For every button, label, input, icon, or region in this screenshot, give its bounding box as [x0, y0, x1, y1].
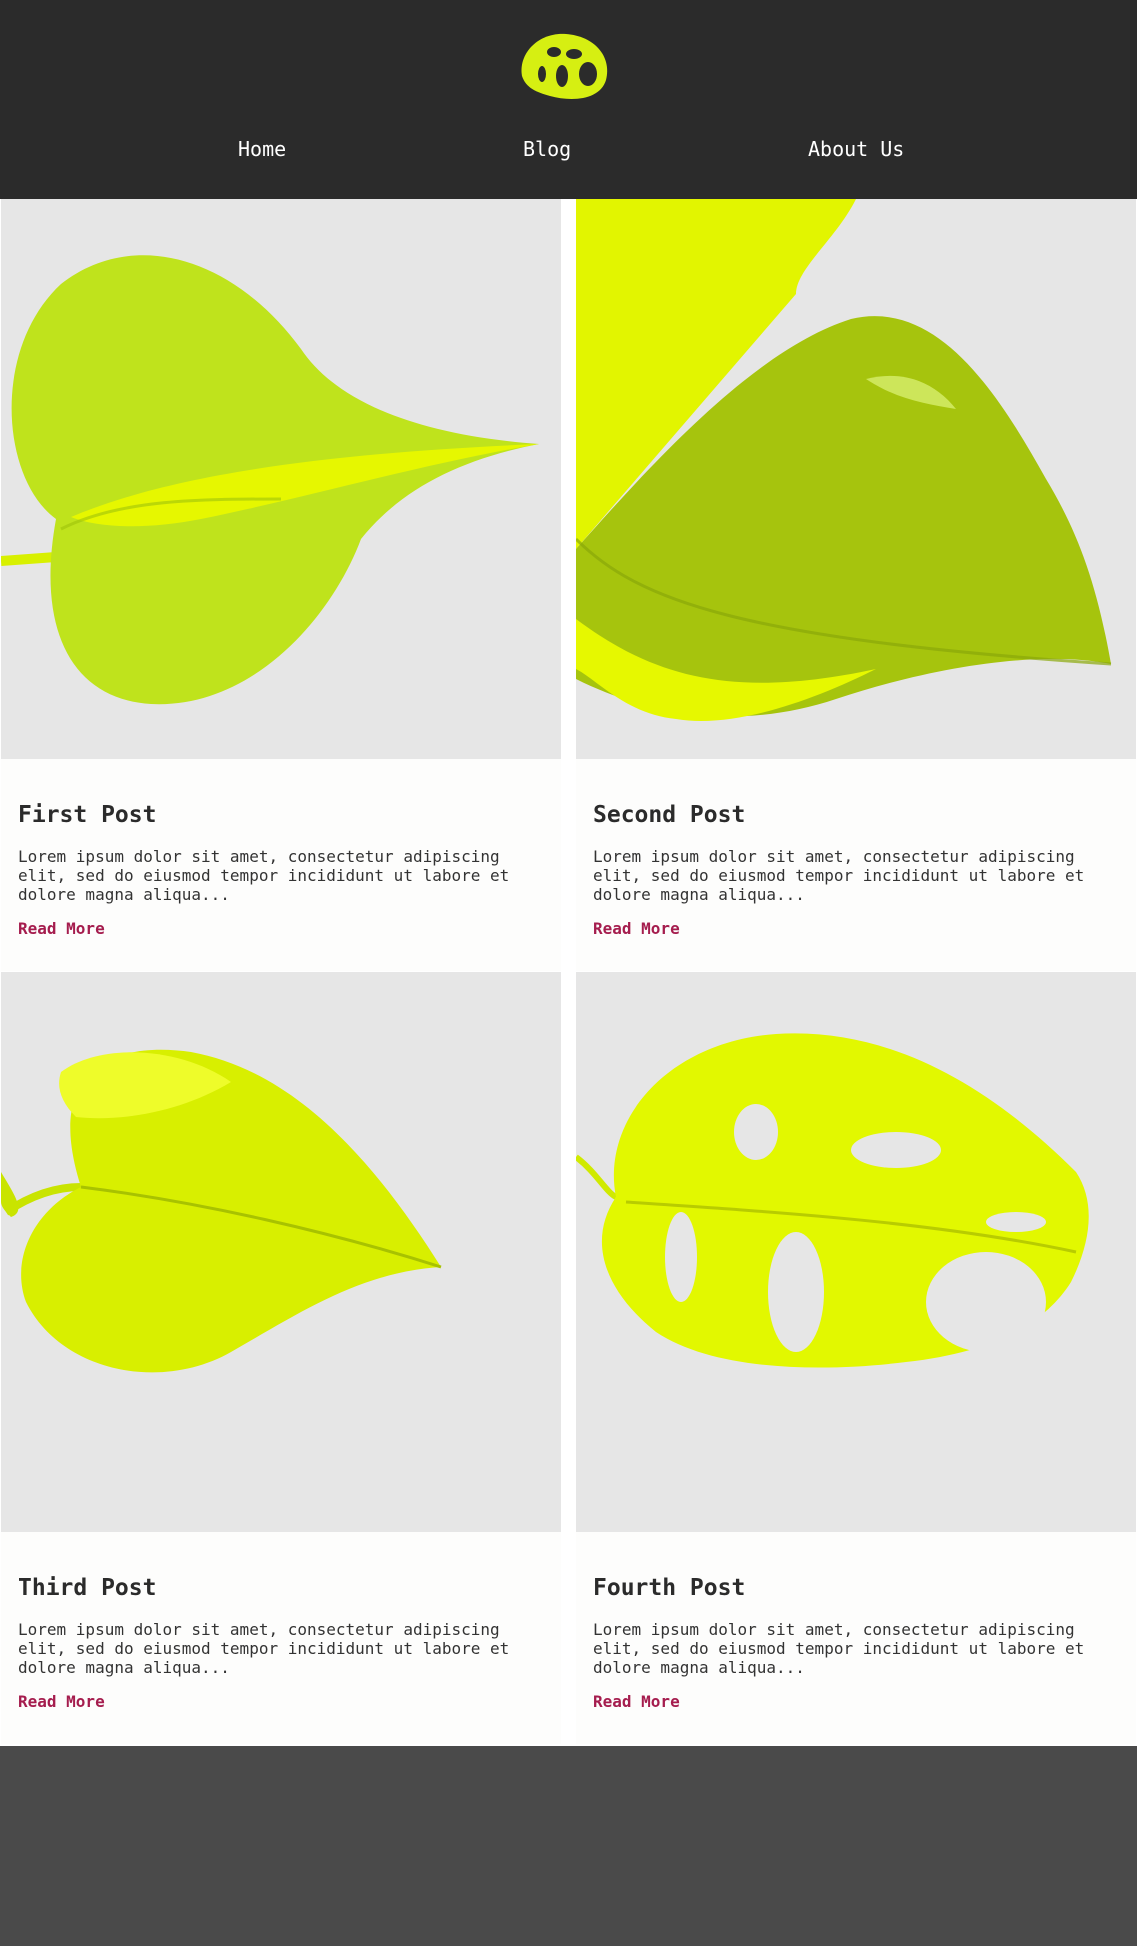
post-image[interactable] [1, 199, 561, 759]
nav-blog[interactable]: Blog [523, 134, 571, 164]
post-title[interactable]: Third Post [18, 1573, 156, 1603]
post-card: Fourth Post Lorem ipsum dolor sit amet, … [576, 972, 1136, 1744]
post-image[interactable] [1, 972, 561, 1532]
post-image[interactable] [576, 199, 1136, 759]
monstera-leaf-icon[interactable] [516, 30, 612, 102]
read-more-link[interactable]: Read More [593, 1692, 680, 1712]
post-title[interactable]: Fourth Post [593, 1573, 745, 1603]
post-excerpt: Lorem ipsum dolor sit amet, consectetur … [18, 847, 510, 904]
post-title[interactable]: First Post [18, 800, 156, 830]
posts-grid: First Post Lorem ipsum dolor sit amet, c… [0, 199, 1137, 1746]
monstera-leaf-image [576, 1033, 1089, 1368]
post-title[interactable]: Second Post [593, 800, 745, 830]
post-card: Second Post Lorem ipsum dolor sit amet, … [576, 199, 1136, 971]
read-more-link[interactable]: Read More [18, 1692, 105, 1712]
site-footer [0, 1746, 1137, 1946]
read-more-link[interactable]: Read More [18, 919, 105, 939]
post-image[interactable] [576, 972, 1136, 1532]
post-excerpt: Lorem ipsum dolor sit amet, consectetur … [593, 847, 1085, 904]
nav-about-us[interactable]: About Us [808, 134, 904, 164]
pothos-leaf-image [1, 255, 540, 705]
main-nav: Home Blog About Us [0, 134, 1137, 164]
post-excerpt: Lorem ipsum dolor sit amet, consectetur … [18, 1620, 510, 1677]
post-excerpt: Lorem ipsum dolor sit amet, consectetur … [593, 1620, 1085, 1677]
post-card: First Post Lorem ipsum dolor sit amet, c… [1, 199, 561, 971]
heart-leaf-image [1, 1049, 442, 1373]
site-header: Home Blog About Us [0, 0, 1137, 199]
post-card: Third Post Lorem ipsum dolor sit amet, c… [1, 972, 561, 1744]
variegated-leaf-image [576, 199, 1112, 721]
read-more-link[interactable]: Read More [593, 919, 680, 939]
nav-home[interactable]: Home [238, 134, 286, 164]
